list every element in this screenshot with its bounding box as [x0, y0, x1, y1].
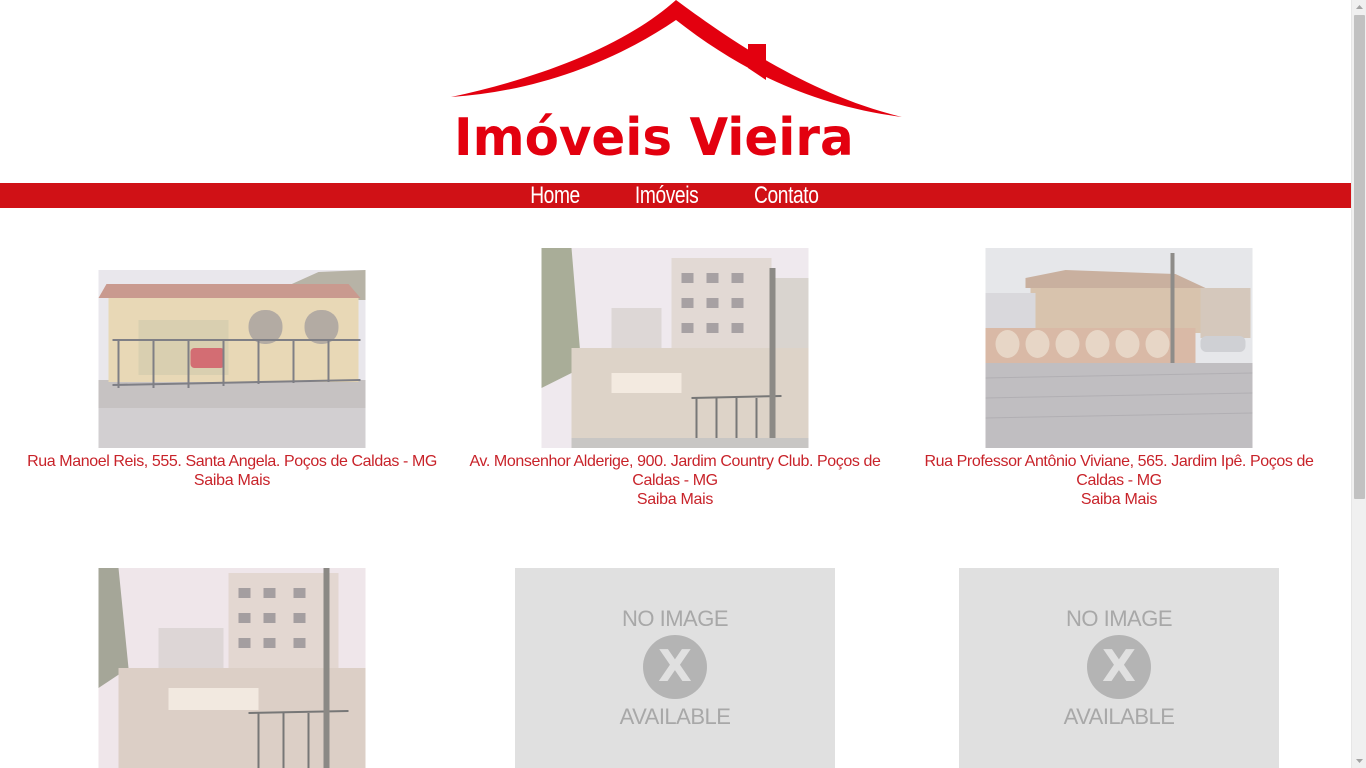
listing-photo[interactable]: [98, 568, 366, 768]
apartment-photo-icon: [541, 248, 809, 448]
listing-card: NO IMAGE X AVAILABLE: [897, 568, 1341, 768]
listing-photo[interactable]: [541, 248, 809, 448]
main-nav: Home Imóveis Contato: [0, 183, 1351, 208]
no-image-bottom-text: AVAILABLE: [619, 704, 731, 729]
nav-imoveis[interactable]: Imóveis: [635, 183, 699, 208]
saiba-mais-link[interactable]: Saiba Mais: [459, 490, 891, 509]
scroll-up-arrow-icon[interactable]: [1352, 0, 1366, 14]
nav-home[interactable]: Home: [530, 183, 580, 208]
saiba-mais-link[interactable]: Saiba Mais: [16, 471, 448, 490]
listing-caption: Av. Monsenhor Alderige, 900. Jardim Coun…: [453, 452, 897, 509]
no-image-x-icon: X: [1087, 635, 1151, 699]
nav-contato[interactable]: Contato: [754, 183, 819, 208]
page: Imóveis Vieira Home Imóveis Contato Rua …: [0, 0, 1351, 768]
listing-address[interactable]: Rua Professor Antônio Viviane, 565. Jard…: [903, 452, 1335, 490]
saiba-mais-link[interactable]: Saiba Mais: [903, 490, 1335, 509]
no-image-placeholder[interactable]: NO IMAGE X AVAILABLE: [515, 568, 835, 768]
vertical-scrollbar[interactable]: [1351, 0, 1366, 768]
no-image-placeholder[interactable]: NO IMAGE X AVAILABLE: [959, 568, 1279, 768]
site-logo[interactable]: Imóveis Vieira: [450, 0, 905, 170]
street-house-photo-icon: [985, 248, 1253, 448]
listing-card: [10, 568, 454, 768]
scroll-down-arrow-icon[interactable]: [1352, 754, 1366, 768]
listing-card: NO IMAGE X AVAILABLE: [453, 568, 897, 768]
apartment-photo-icon: [98, 568, 366, 768]
listing-card: Av. Monsenhor Alderige, 900. Jardim Coun…: [453, 248, 897, 518]
no-image-top-text: NO IMAGE: [1065, 606, 1173, 631]
listing-photo[interactable]: [98, 270, 366, 448]
no-image-x-icon: X: [643, 635, 707, 699]
scrollbar-thumb[interactable]: [1354, 15, 1365, 499]
listing-address[interactable]: Av. Monsenhor Alderige, 900. Jardim Coun…: [459, 452, 891, 490]
no-image-top-text: NO IMAGE: [621, 606, 729, 631]
house-photo-icon: [98, 270, 366, 448]
listing-card: Rua Professor Antônio Viviane, 565. Jard…: [897, 248, 1341, 518]
listing-card: Rua Manoel Reis, 555. Santa Angela. Poço…: [10, 248, 454, 518]
listing-caption: Rua Professor Antônio Viviane, 565. Jard…: [897, 452, 1341, 509]
brand-name: Imóveis Vieira: [454, 108, 854, 168]
listing-caption: Rua Manoel Reis, 555. Santa Angela. Poço…: [10, 452, 454, 490]
no-image-bottom-text: AVAILABLE: [1063, 704, 1175, 729]
listing-photo[interactable]: [985, 248, 1253, 448]
listing-address[interactable]: Rua Manoel Reis, 555. Santa Angela. Poço…: [16, 452, 448, 471]
